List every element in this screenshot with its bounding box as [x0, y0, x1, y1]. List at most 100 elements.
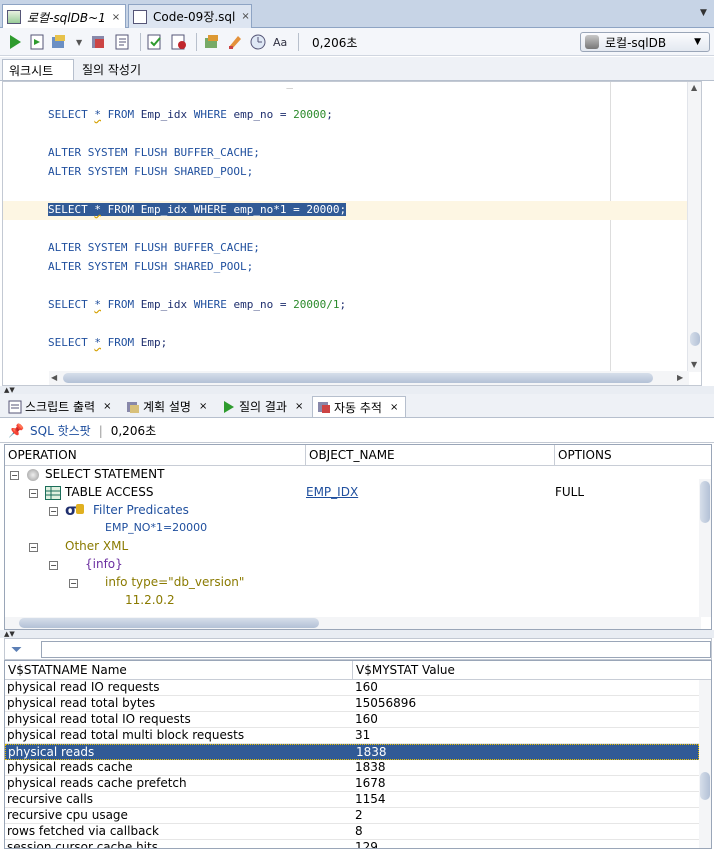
rollback-icon[interactable] [170, 33, 188, 51]
result-tabs: 스크립트 출력 × 계획 설명 × 질의 결과 × 자동 추적 × [0, 394, 714, 418]
code-line-selected: SELECT * FROM Emp_idx WHERE emp_no*1 = 2… [48, 203, 347, 216]
collapse-toggle[interactable]: − [49, 561, 58, 570]
sql-worksheet-icon [7, 10, 21, 24]
commit-icon[interactable] [50, 33, 68, 51]
tab-label: 계획 설명 [143, 400, 191, 414]
run-statement-icon[interactable] [6, 33, 24, 51]
editor-tab-strip: 로컬-sqlDB~1 × Code-09장.sql × ▼ [0, 0, 714, 29]
chevron-down-icon[interactable]: ▼ [76, 38, 82, 47]
statistics-table[interactable]: V$STATNAME Name V$MYSTAT Value physical … [4, 660, 712, 849]
svg-text:Aa: Aa [273, 36, 287, 49]
sql-hotspot-link[interactable]: SQL 핫스팟 [30, 422, 91, 439]
collapse-toggle[interactable]: − [29, 489, 38, 498]
tab-local-sqldb[interactable]: 로컬-sqlDB~1 × [2, 4, 126, 29]
connection-selector[interactable]: 로컬-sqlDB ▼ [580, 32, 710, 52]
table-row[interactable]: physical read total multi block requests… [5, 728, 699, 744]
execution-time: 0,206초 [312, 36, 358, 50]
plan-row-operation[interactable]: SELECT STATEMENT [45, 467, 164, 481]
plan-vertical-scrollbar[interactable] [699, 479, 711, 617]
sql-editor[interactable]: _ SELECT * FROM Emp_idx WHERE emp_no = 2… [2, 81, 702, 386]
splitter-handle[interactable]: ▲▼ [0, 630, 714, 638]
table-row[interactable]: physical read IO requests 160 [5, 680, 699, 696]
column-header-object-name[interactable]: OBJECT_NAME [306, 445, 555, 466]
plan-row-operation[interactable]: EMP_NO*1=20000 [105, 521, 207, 534]
collapse-toggle[interactable]: − [10, 471, 19, 480]
autotrace-icon[interactable] [90, 33, 108, 51]
filter-icon [76, 504, 84, 514]
chevron-down-icon: ▼ [694, 37, 701, 47]
filter-icon[interactable]: ⏷ [11, 642, 27, 658]
tab-list-dropdown-icon[interactable]: ▼ [697, 8, 710, 22]
tab-worksheet[interactable]: 워크시트 [2, 59, 74, 80]
filter-input[interactable] [41, 641, 711, 658]
tab-label: 스크립트 출력 [25, 400, 96, 414]
partial-line: _ [48, 81, 294, 89]
tab-script-output[interactable]: 스크립트 출력 × [4, 396, 118, 417]
sql-tuning-icon[interactable] [203, 33, 221, 51]
sql-file-icon [133, 9, 147, 24]
table-row[interactable]: physical reads cache 1838 [5, 760, 699, 776]
code-line: ALTER SYSTEM FLUSH SHARED_POOL; [48, 260, 254, 273]
stats-vertical-scrollbar[interactable] [699, 680, 711, 848]
tab-label: 로컬-sqlDB~1 [27, 10, 106, 25]
tab-code-sql[interactable]: Code-09장.sql × [128, 4, 252, 28]
hotspot-bar: 📌 SQL 핫스팟 | 0,206초 [0, 419, 714, 443]
sql-history-icon[interactable] [249, 33, 267, 51]
tab-explain-plan[interactable]: 계획 설명 × [122, 396, 216, 417]
tab-autotrace[interactable]: 자동 추적 × [312, 396, 406, 417]
column-header-operation[interactable]: OPERATION [5, 445, 306, 466]
editor-vertical-scrollbar[interactable]: ▲ ▼ [687, 82, 701, 372]
tab-label: 자동 추적 [334, 400, 382, 415]
editor-horizontal-scrollbar[interactable]: ◀ ▶ [49, 371, 689, 385]
table-row[interactable]: physical reads cache prefetch 1678 [5, 776, 699, 792]
table-row-selected[interactable]: physical reads 1838 [5, 744, 699, 760]
close-icon[interactable]: × [103, 401, 111, 412]
plan-row-operation[interactable]: Filter Predicates [93, 503, 189, 517]
filter-bar: ⏷ [4, 638, 712, 660]
code-line: ALTER SYSTEM FLUSH BUFFER_CACHE; [48, 241, 260, 254]
code-line: ALTER SYSTEM FLUSH SHARED_POOL; [48, 165, 254, 178]
run-icon [224, 400, 234, 413]
plan-horizontal-scrollbar[interactable] [5, 617, 701, 629]
plan-row-operation[interactable]: 11.2.0.2 [125, 593, 175, 607]
table-row[interactable]: session cursor cache hits 129 [5, 840, 699, 848]
plan-row-operation[interactable]: {info} [85, 557, 123, 571]
run-script-icon[interactable] [28, 33, 46, 51]
table-row[interactable]: physical read total IO requests 160 [5, 712, 699, 728]
tab-query-result[interactable]: 질의 결과 × [218, 396, 310, 417]
table-row[interactable]: rows fetched via callback 8 [5, 824, 699, 840]
commit-transaction-icon[interactable] [146, 33, 164, 51]
splitter-handle[interactable]: ▲▼ [0, 386, 714, 394]
script-output-icon [8, 400, 22, 413]
code-line: ALTER SYSTEM FLUSH BUFFER_CACHE; [48, 146, 260, 159]
collapse-toggle[interactable]: − [69, 579, 78, 588]
column-header-mystat-value[interactable]: V$MYSTAT Value [353, 661, 711, 680]
plan-row-operation[interactable]: TABLE ACCESS [65, 485, 154, 499]
column-header-options[interactable]: OPTIONS [555, 445, 711, 466]
tab-label: Code-09장.sql [153, 10, 236, 24]
plan-row-operation[interactable]: Other XML [65, 539, 128, 553]
tab-label: 질의 결과 [239, 400, 287, 414]
pin-icon[interactable]: 📌 [8, 424, 24, 439]
autotrace-icon [318, 402, 330, 413]
collapse-toggle[interactable]: − [49, 507, 58, 516]
close-icon[interactable]: × [112, 12, 120, 23]
code-line: SELECT * FROM Emp_idx WHERE emp_no = 200… [48, 108, 333, 121]
worksheet-subtabs: 워크시트 질의 작성기 [0, 57, 714, 81]
clear-icon[interactable] [226, 33, 244, 51]
column-header-statname[interactable]: V$STATNAME Name [5, 661, 353, 680]
explain-plan-icon[interactable] [114, 33, 132, 51]
table-row[interactable]: recursive cpu usage 2 [5, 808, 699, 824]
format-case-icon[interactable]: Aa [272, 33, 290, 51]
autotrace-plan-table[interactable]: OPERATION OBJECT_NAME OPTIONS − SELECT S… [4, 444, 712, 630]
close-icon[interactable]: × [199, 401, 207, 412]
collapse-toggle[interactable]: − [29, 543, 38, 552]
plan-row-object-name[interactable]: EMP_IDX [306, 485, 358, 499]
table-row[interactable]: physical read total bytes 15056896 [5, 696, 699, 712]
close-icon[interactable]: × [295, 401, 303, 412]
close-icon[interactable]: × [390, 402, 398, 413]
tab-query-builder[interactable]: 질의 작성기 [76, 59, 166, 80]
table-row[interactable]: recursive calls 1154 [5, 792, 699, 808]
close-icon[interactable]: × [241, 11, 249, 22]
plan-row-operation[interactable]: info type="db_version" [105, 575, 244, 589]
